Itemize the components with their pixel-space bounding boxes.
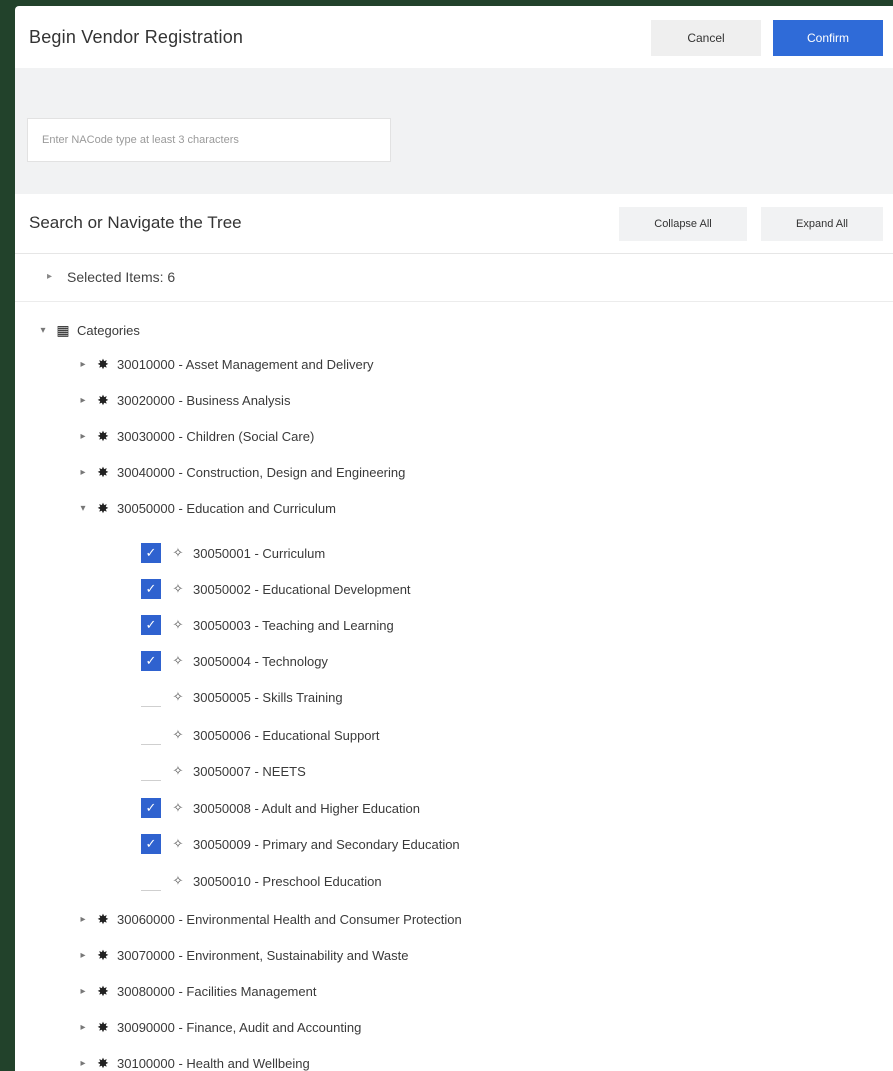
category-icon: ✸ (97, 391, 109, 408)
selected-items-label: Selected Items: 6 (67, 269, 176, 285)
category-icon: ✸ (97, 910, 109, 927)
tree-leaf[interactable]: ✓ ✧ 30050002 - Educational Development (141, 575, 411, 603)
leaf-icon: ✧ (172, 689, 184, 704)
tree-leaf[interactable]: ✓ ✧ 30050008 - Adult and Higher Educatio… (141, 794, 420, 822)
leaf-label: 30050010 - Preschool Education (193, 873, 382, 889)
chevron-right-icon[interactable]: ▸ (77, 1058, 89, 1069)
leaf-icon: ✧ (172, 800, 184, 815)
tree-category[interactable]: ▸ ✸ 30100000 - Health and Wellbeing (77, 1049, 310, 1071)
checkbox-checked[interactable]: ✓ (141, 543, 161, 563)
category-label: 30010000 - Asset Management and Delivery (117, 356, 374, 372)
search-input[interactable] (27, 118, 391, 162)
tree-category-expanded[interactable]: ▾ ✸ 30050000 - Education and Curriculum (77, 494, 336, 522)
checkbox-unchecked[interactable] (141, 725, 161, 745)
leaf-label: 30050003 - Teaching and Learning (193, 617, 394, 633)
leaf-label: 30050008 - Adult and Higher Education (193, 800, 420, 816)
confirm-button[interactable]: Confirm (773, 20, 883, 56)
tree-category[interactable]: ▸ ✸ 30060000 - Environmental Health and … (77, 905, 462, 933)
category-icon: ✸ (97, 427, 109, 444)
category-icon: ✸ (97, 1018, 109, 1035)
leaf-icon: ✧ (172, 653, 184, 668)
tree-category[interactable]: ▸ ✸ 30040000 - Construction, Design and … (77, 458, 405, 486)
sitemap-icon: ▦ (56, 321, 70, 338)
checkbox-checked[interactable]: ✓ (141, 651, 161, 671)
chevron-right-icon[interactable]: ▸ (77, 950, 89, 961)
chevron-right-icon[interactable]: ▸ (77, 914, 89, 925)
category-label: 30060000 - Environmental Health and Cons… (117, 911, 462, 927)
category-label: 30050000 - Education and Curriculum (117, 500, 336, 516)
tree-leaf[interactable]: ✓ ✧ 30050004 - Technology (141, 647, 328, 675)
category-label: 30100000 - Health and Wellbeing (117, 1055, 310, 1071)
tree-toolbar: Search or Navigate the Tree Collapse All… (15, 194, 893, 254)
cancel-button[interactable]: Cancel (651, 20, 761, 56)
chevron-right-icon[interactable]: ▸ (47, 271, 52, 282)
chevron-right-icon[interactable]: ▸ (77, 359, 89, 370)
dialog-header: Begin Vendor Registration Cancel Confirm (15, 6, 893, 68)
chevron-right-icon[interactable]: ▸ (77, 986, 89, 997)
checkbox-unchecked[interactable] (141, 761, 161, 781)
tree-leaf[interactable]: ✓ ✧ 30050003 - Teaching and Learning (141, 611, 394, 639)
tree-category[interactable]: ▸ ✸ 30010000 - Asset Management and Deli… (77, 350, 374, 378)
checkbox-unchecked[interactable] (141, 871, 161, 891)
leaf-label: 30050009 - Primary and Secondary Educati… (193, 836, 460, 852)
tree-leaf[interactable]: ✧ 30050006 - Educational Support (141, 721, 379, 749)
leaf-icon: ✧ (172, 727, 184, 742)
tree-toolbar-title: Search or Navigate the Tree (29, 213, 242, 232)
tree-leaf[interactable]: ✓ ✧ 30050001 - Curriculum (141, 539, 325, 567)
leaf-label: 30050002 - Educational Development (193, 581, 411, 597)
tree-category[interactable]: ▸ ✸ 30020000 - Business Analysis (77, 386, 290, 414)
chevron-right-icon[interactable]: ▸ (77, 467, 89, 478)
chevron-down-icon[interactable]: ▾ (37, 325, 49, 336)
tree-root[interactable]: ▾ ▦ Categories (37, 316, 140, 344)
expand-all-button[interactable]: Expand All (761, 207, 883, 241)
category-label: 30040000 - Construction, Design and Engi… (117, 464, 406, 480)
chevron-right-icon[interactable]: ▸ (77, 431, 89, 442)
chevron-right-icon[interactable]: ▸ (77, 1022, 89, 1033)
tree-category[interactable]: ▸ ✸ 30030000 - Children (Social Care) (77, 422, 314, 450)
checkbox-unchecked[interactable] (141, 687, 161, 707)
tree-leaf[interactable]: ✓ ✧ 30050009 - Primary and Secondary Edu… (141, 830, 460, 858)
chevron-right-icon[interactable]: ▸ (77, 395, 89, 406)
chevron-down-icon[interactable]: ▾ (77, 503, 89, 514)
vendor-registration-dialog: Begin Vendor Registration Cancel Confirm… (15, 6, 893, 1071)
category-label: 30020000 - Business Analysis (117, 392, 291, 408)
tree-leaf[interactable]: ✧ 30050007 - NEETS (141, 757, 306, 785)
category-label: 30090000 - Finance, Audit and Accounting (117, 1019, 362, 1035)
dialog-title: Begin Vendor Registration (29, 26, 244, 47)
leaf-icon: ✧ (172, 763, 184, 778)
checkbox-checked[interactable]: ✓ (141, 579, 161, 599)
tree-leaf[interactable]: ✧ 30050005 - Skills Training (141, 683, 343, 711)
leaf-label: 30050007 - NEETS (193, 763, 306, 779)
category-icon: ✸ (97, 1054, 109, 1071)
tree-category[interactable]: ▸ ✸ 30070000 - Environment, Sustainabili… (77, 941, 408, 969)
leaf-icon: ✧ (172, 617, 184, 632)
category-label: 30070000 - Environment, Sustainability a… (117, 947, 409, 963)
leaf-icon: ✧ (172, 545, 184, 560)
category-label: 30030000 - Children (Social Care) (117, 428, 315, 444)
leaf-label: 30050006 - Educational Support (193, 727, 380, 743)
checkbox-checked[interactable]: ✓ (141, 834, 161, 854)
leaf-icon: ✧ (172, 581, 184, 596)
category-icon: ✸ (97, 982, 109, 999)
leaf-label: 30050004 - Technology (193, 653, 328, 669)
category-icon: ✸ (97, 355, 109, 372)
tree-category[interactable]: ▸ ✸ 30080000 - Facilities Management (77, 977, 316, 1005)
leaf-label: 30050005 - Skills Training (193, 689, 343, 705)
category-icon: ✸ (97, 946, 109, 963)
category-icon: ✸ (97, 463, 109, 480)
collapse-all-button[interactable]: Collapse All (619, 207, 747, 241)
leaf-icon: ✧ (172, 873, 184, 888)
checkbox-checked[interactable]: ✓ (141, 615, 161, 635)
category-label: 30080000 - Facilities Management (117, 983, 317, 999)
checkbox-checked[interactable]: ✓ (141, 798, 161, 818)
tree-leaf[interactable]: ✧ 30050010 - Preschool Education (141, 867, 382, 895)
tree-category[interactable]: ▸ ✸ 30090000 - Finance, Audit and Accoun… (77, 1013, 361, 1041)
tree-root-label: Categories (77, 322, 140, 338)
category-icon: ✸ (97, 499, 109, 516)
selected-items-row[interactable]: ▸ Selected Items: 6 (15, 254, 893, 302)
leaf-icon: ✧ (172, 836, 184, 851)
leaf-label: 30050001 - Curriculum (193, 545, 326, 561)
